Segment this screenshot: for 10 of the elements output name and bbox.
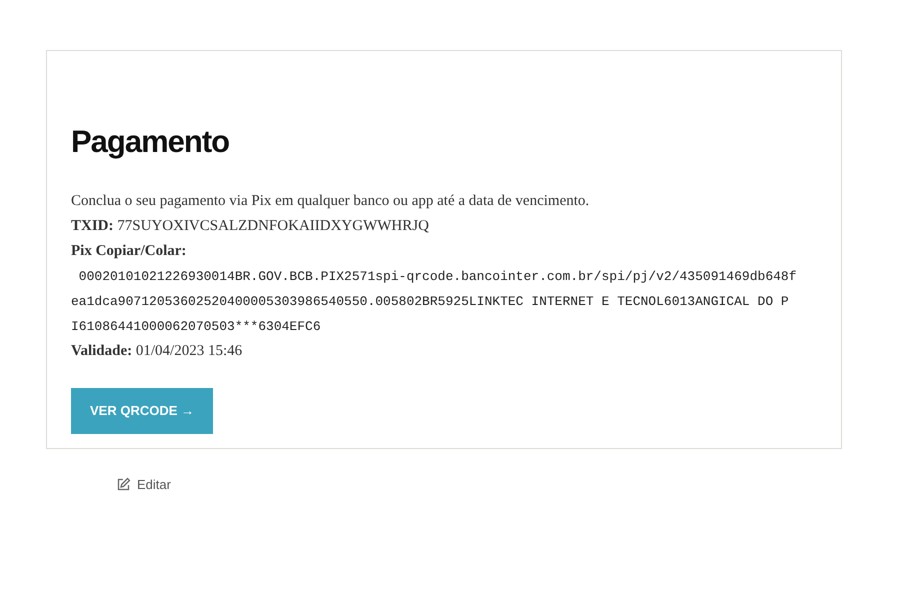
pix-code-line: 00020101021226930014BR.GOV.BCB.PIX2571spi-qrcode.bancointer.com.br/spi/pj/v2/435091469db648f: [78, 268, 798, 286]
intro-text: Conclua o seu pagamento via Pix em qualquer banco ou app até a data de vencimento.: [71, 192, 590, 211]
pix-code-line: I61086441000062070503***6304EFC6: [71, 318, 322, 336]
edit-icon: [116, 477, 131, 492]
edit-link[interactable]: Editar: [116, 475, 171, 494]
page-title: Pagamento: [71, 123, 230, 161]
validity-text: Validade: 01/04/2023 15:46: [71, 342, 244, 361]
pix-code-line: ea1dca90712053602520400005303986540550.005802BR5925LINKTEC INTERNET E TECNOL6013ANGICAL DO P: [71, 293, 790, 311]
pix-label: Pix Copiar/Colar:: [71, 242, 188, 261]
txid-text: TXID: 77SUYOXIVCSALZDNFOKAIIDXYGWWHRJQ: [71, 217, 430, 236]
